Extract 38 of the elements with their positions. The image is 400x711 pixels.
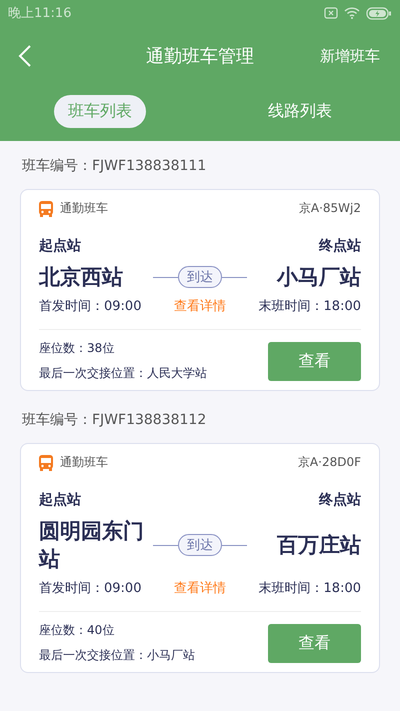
bus-type: 通勤班车 xyxy=(60,454,108,471)
license-plate: 京A·28D0F xyxy=(298,454,361,471)
battery-icon xyxy=(366,6,392,20)
start-label: 起点站 xyxy=(39,237,81,255)
view-button[interactable]: 查看 xyxy=(268,624,361,662)
tab[interactable]: 班车列表 xyxy=(54,94,146,128)
details-link[interactable]: 查看详情 xyxy=(174,579,226,597)
first-time: 首发时间：09:00 xyxy=(39,298,142,315)
arrive-tag: 到达 xyxy=(178,534,222,556)
end-station: 百万庄站 xyxy=(276,532,361,559)
seat-count: 座位数：38位 xyxy=(39,340,116,357)
details-link[interactable]: 查看详情 xyxy=(174,297,226,315)
bus-number: 班车编号：FJWF138838112 xyxy=(21,411,208,430)
license-plate: 京A·85Wj2 xyxy=(298,200,361,217)
add-bus-button[interactable]: 新增班车 xyxy=(320,46,380,66)
end-station: 小马厂站 xyxy=(276,264,361,291)
view-button[interactable]: 查看 xyxy=(268,342,361,380)
bus-icon xyxy=(39,200,53,216)
start-label: 起点站 xyxy=(39,491,81,509)
arrive-tag: 到达 xyxy=(178,266,222,288)
last-time: 末班时间：18:00 xyxy=(258,580,361,597)
last-handover: 最后一次交接位置：小马厂站 xyxy=(39,647,196,664)
seat-count: 座位数：40位 xyxy=(39,622,116,639)
wifi-icon xyxy=(344,7,360,19)
tab[interactable]: 线路列表 xyxy=(254,94,346,128)
end-label: 终点站 xyxy=(319,237,361,255)
start-station: 圆明园东门站 xyxy=(39,518,145,573)
bus-type: 通勤班车 xyxy=(60,200,108,217)
page-title: 通勤班车管理 xyxy=(145,45,255,68)
last-time: 末班时间：18:00 xyxy=(258,298,361,315)
bus-icon xyxy=(39,454,53,470)
start-station: 北京西站 xyxy=(39,264,124,291)
last-handover: 最后一次交接位置：人民大学站 xyxy=(39,365,208,382)
first-time: 首发时间：09:00 xyxy=(39,580,142,597)
end-label: 终点站 xyxy=(319,491,361,509)
bus-number: 班车编号：FJWF138838111 xyxy=(21,157,208,176)
status-time: 晚上11:16 xyxy=(8,5,72,22)
sim-icon xyxy=(324,7,338,19)
